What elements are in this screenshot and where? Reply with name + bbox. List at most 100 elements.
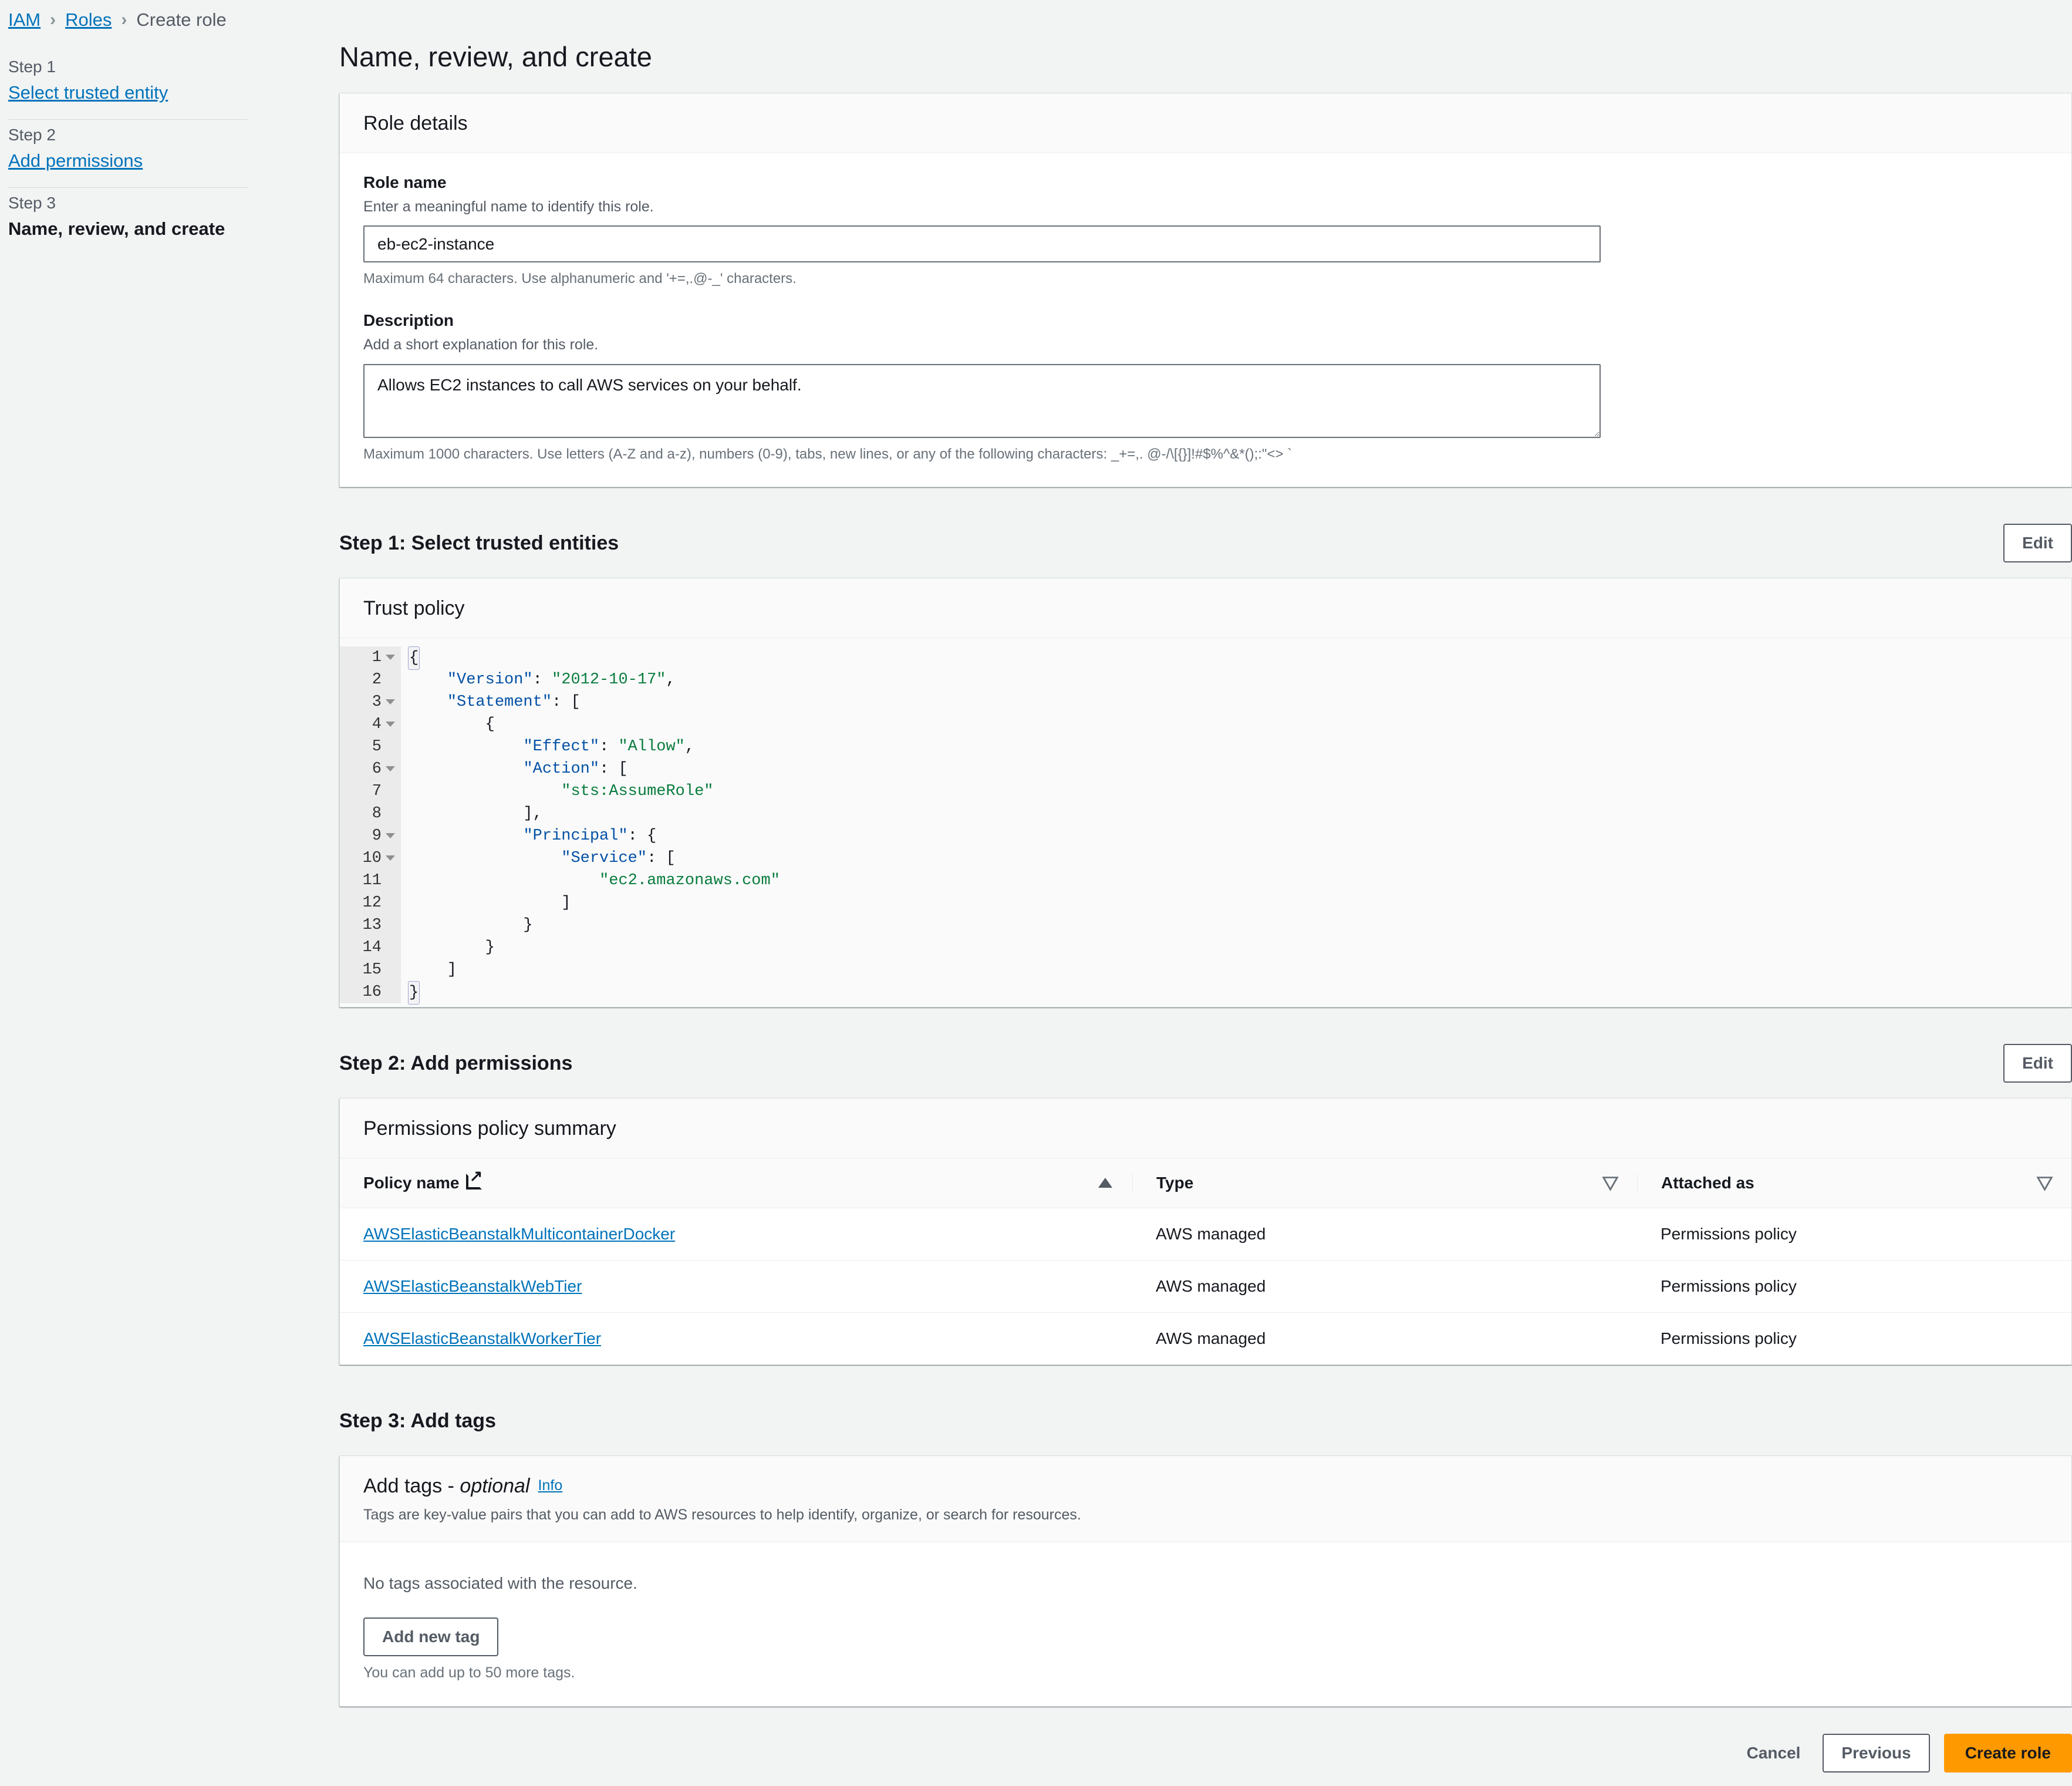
- external-link-icon[interactable]: [466, 1168, 482, 1189]
- role-details-card-header: Role details: [340, 93, 2071, 153]
- page-title: Name, review, and create: [339, 41, 652, 72]
- column-header-policy-name[interactable]: Policy name: [340, 1157, 1132, 1208]
- code-line: "Service": [: [409, 847, 2071, 870]
- sort-descending-outline-icon[interactable]: ▽: [2037, 1174, 2053, 1192]
- line-number: 3: [372, 693, 382, 711]
- code-content[interactable]: { "Version": "2012-10-17", "Statement": …: [401, 646, 2071, 1005]
- description-field-group: Description Add a short explanation for …: [363, 312, 2048, 463]
- code-fold-icon[interactable]: [386, 699, 395, 705]
- line-number: 6: [372, 760, 382, 778]
- gutter-line: 16: [340, 981, 395, 1003]
- code-token: "Service": [561, 849, 647, 867]
- step-label[interactable]: Select trusted entity: [8, 83, 248, 102]
- trust-policy-card: Trust policy 1 2 3 4 5 6 7 8 9 10 11 12 13 14 15 16 { "…: [339, 578, 2072, 1007]
- cell-type: AWS managed: [1156, 1329, 1266, 1347]
- sidebar-item-select-trusted-entity[interactable]: Step 1 Select trusted entity: [8, 52, 248, 102]
- policy-name-link[interactable]: AWSElasticBeanstalkMulticontainerDocker: [363, 1225, 675, 1243]
- code-fold-icon[interactable]: [386, 833, 395, 839]
- step-number: Step 2: [8, 126, 56, 144]
- code-line: ],: [409, 803, 2071, 825]
- line-number: 8: [372, 804, 382, 823]
- breadcrumb-item-iam[interactable]: IAM: [8, 11, 41, 29]
- line-number: 1: [372, 648, 382, 666]
- step3-section-header: Step 3: Add tags: [339, 1400, 2072, 1441]
- gutter-line: 5: [340, 736, 395, 758]
- code-fold-icon[interactable]: [386, 855, 395, 861]
- line-number: 5: [372, 737, 382, 756]
- info-link[interactable]: Info: [538, 1477, 563, 1494]
- column-label-policy-name: Policy name: [363, 1173, 460, 1192]
- code-line: "Statement": [: [409, 691, 2071, 713]
- role-name-label: Role name: [363, 173, 447, 191]
- column-header-type[interactable]: Type ▽: [1132, 1157, 1637, 1208]
- gutter-line: 2: [340, 669, 395, 691]
- code-token: "sts:AssumeRole": [561, 782, 714, 800]
- code-fold-icon[interactable]: [386, 722, 395, 727]
- policy-name-link[interactable]: AWSElasticBeanstalkWebTier: [363, 1277, 582, 1295]
- role-details-title: Role details: [363, 112, 468, 134]
- add-tags-optional-text: optional: [460, 1474, 530, 1497]
- matching-brace: {: [408, 646, 420, 670]
- permissions-policy-table: Policy name Type ▽ Attached as ▽: [340, 1157, 2071, 1364]
- column-label-wrapper: Policy name: [363, 1168, 482, 1192]
- trust-policy-code-editor[interactable]: 1 2 3 4 5 6 7 8 9 10 11 12 13 14 15 16 { "Version": "20…: [340, 637, 2071, 1007]
- line-number: 16: [362, 983, 382, 1001]
- line-number: 10: [362, 849, 382, 867]
- gutter-spacer: [386, 744, 395, 749]
- cell-attached-as: Permissions policy: [1637, 1208, 2071, 1261]
- edit-step2-button[interactable]: Edit: [2003, 1043, 2072, 1083]
- add-new-tag-wrapper: Add new tag: [363, 1617, 2048, 1657]
- code-line: {: [408, 646, 2071, 670]
- no-tags-message: No tags associated with the resource.: [363, 1574, 637, 1593]
- code-line: ]: [409, 892, 2071, 914]
- gutter-line: 1: [340, 646, 395, 669]
- code-line: "Principal": {: [409, 825, 2071, 847]
- gutter-line: 13: [340, 914, 395, 936]
- column-header-attached-as[interactable]: Attached as ▽: [1637, 1157, 2071, 1208]
- description-hint: Maximum 1000 characters. Use letters (A-…: [363, 446, 1293, 462]
- gutter-line: 11: [340, 870, 395, 892]
- code-token: "Version": [447, 670, 533, 689]
- code-gutter[interactable]: 1 2 3 4 5 6 7 8 9 10 11 12 13 14 15 16: [340, 646, 401, 1003]
- add-tags-card-header: Add tags - optional Info Tags are key-val…: [340, 1455, 2071, 1543]
- previous-button[interactable]: Previous: [1823, 1734, 1930, 1773]
- code-token: "2012-10-17": [552, 670, 666, 689]
- add-tags-card: Add tags - optional Info Tags are key-val…: [339, 1455, 2072, 1707]
- role-name-hint: Maximum 64 characters. Use alphanumeric …: [363, 271, 797, 287]
- sort-descending-outline-icon[interactable]: ▽: [1602, 1174, 1618, 1192]
- code-fold-icon[interactable]: [386, 766, 395, 772]
- code-token: ]: [409, 961, 457, 979]
- step-label[interactable]: Add permissions: [8, 151, 248, 170]
- create-role-button[interactable]: Create role: [1943, 1734, 2072, 1773]
- code-token: ,: [684, 737, 695, 756]
- policy-name-link[interactable]: AWSElasticBeanstalkWorkerTier: [363, 1329, 601, 1347]
- add-new-tag-button[interactable]: Add new tag: [363, 1617, 499, 1657]
- main-content: Name, review, and create Role details Ro…: [339, 0, 2072, 1773]
- code-line: ]: [409, 959, 2071, 981]
- step-label: Name, review, and create: [8, 218, 225, 239]
- breadcrumb-item-roles[interactable]: Roles: [65, 11, 112, 29]
- code-token: ],: [409, 804, 542, 823]
- table-row: AWSElasticBeanstalkWebTier AWS managed Per…: [340, 1260, 2071, 1313]
- sort-ascending-icon[interactable]: [1098, 1178, 1112, 1188]
- code-fold-icon[interactable]: [386, 655, 395, 661]
- cancel-button[interactable]: Cancel: [1739, 1735, 1809, 1771]
- code-token: :: [532, 670, 552, 689]
- line-number: 2: [372, 670, 382, 689]
- column-label-type: Type: [1156, 1173, 1194, 1192]
- code-token: "Statement": [447, 693, 552, 711]
- trust-policy-card-header: Trust policy: [340, 578, 2071, 638]
- line-number: 14: [362, 938, 382, 956]
- code-line: "sts:AssumeRole": [409, 780, 2071, 803]
- line-number: 4: [372, 715, 382, 733]
- permissions-summary-card: Permissions policy summary Policy name T…: [339, 1097, 2072, 1365]
- add-tags-title: Add tags - optional Info: [363, 1474, 2048, 1498]
- gutter-line: 7: [340, 780, 395, 803]
- table-header: Policy name Type ▽ Attached as ▽: [340, 1157, 2071, 1208]
- role-name-field-group: Role name Enter a meaningful name to ide…: [363, 174, 2048, 288]
- step2-section-header: Step 2: Add permissions Edit: [339, 1043, 2072, 1084]
- edit-step1-button[interactable]: Edit: [2003, 524, 2072, 563]
- description-textarea[interactable]: Allows EC2 instances to call AWS service…: [363, 363, 1601, 438]
- sidebar-item-add-permissions[interactable]: Step 2 Add permissions: [8, 120, 248, 170]
- role-name-input[interactable]: [363, 225, 1601, 263]
